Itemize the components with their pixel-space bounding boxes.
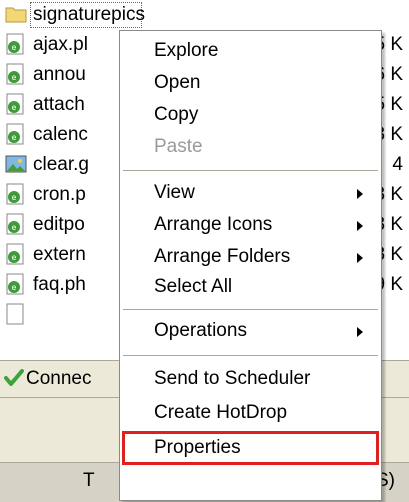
menu-item-label: Arrange Folders: [154, 246, 291, 267]
file-icon: [5, 303, 27, 325]
checkmark-icon: [4, 369, 24, 393]
svg-text:e: e: [12, 193, 17, 202]
file-name: faq.ph: [33, 274, 86, 295]
svg-text:e: e: [12, 43, 17, 52]
folder-icon: [5, 3, 27, 25]
php-file-icon: e: [5, 183, 27, 205]
file-name: editpo: [33, 214, 85, 235]
menu-item-select-all[interactable]: Select All: [120, 271, 381, 303]
menu-item-copy[interactable]: Copy: [120, 99, 381, 131]
menu-item-create-hotdrop[interactable]: Create HotDrop: [120, 397, 381, 429]
menu-item-label: Operations: [154, 320, 247, 341]
menu-item-label: Select All: [154, 276, 233, 297]
menu-item-properties[interactable]: Properties: [120, 431, 381, 465]
php-file-icon: e: [5, 243, 27, 265]
menu-item-arrange-folders[interactable]: Arrange Folders: [120, 241, 381, 273]
menu-item-explore[interactable]: Explore: [120, 35, 381, 67]
menu-item-operations[interactable]: Operations: [120, 315, 381, 347]
php-file-icon: e: [5, 273, 27, 295]
svg-text:e: e: [12, 283, 17, 292]
menu-item-arrange-icons[interactable]: Arrange Icons: [120, 209, 381, 241]
file-row-signaturepics[interactable]: signaturepics: [0, 0, 409, 30]
submenu-arrow-icon: [357, 221, 363, 231]
php-file-icon: e: [5, 93, 27, 115]
file-name: ajax.pl: [33, 34, 88, 55]
php-file-icon: e: [5, 33, 27, 55]
menu-item-label: Open: [154, 72, 201, 93]
menu-item-label: Explore: [154, 40, 219, 61]
menu-separator: [123, 309, 378, 311]
php-file-icon: e: [5, 213, 27, 235]
submenu-arrow-icon: [357, 253, 363, 263]
svg-text:e: e: [12, 223, 17, 232]
image-file-icon: [5, 153, 27, 175]
menu-separator: [123, 355, 378, 357]
svg-text:e: e: [12, 133, 17, 142]
column-header-left[interactable]: T: [83, 467, 95, 495]
menu-item-label: Create HotDrop: [154, 402, 288, 423]
menu-item-view[interactable]: View: [120, 177, 381, 209]
svg-text:e: e: [12, 253, 17, 262]
menu-item-paste: Paste: [120, 131, 381, 163]
submenu-arrow-icon: [357, 189, 363, 199]
file-name: annou: [33, 64, 86, 85]
php-file-icon: e: [5, 123, 27, 145]
file-name: calenc: [33, 124, 88, 145]
context-menu: Explore Open Copy Paste View Arrange Ico…: [119, 30, 382, 501]
svg-text:e: e: [12, 103, 17, 112]
menu-item-label: Arrange Icons: [154, 214, 273, 235]
menu-item-label: Copy: [154, 104, 199, 125]
file-size: 4: [392, 154, 403, 175]
menu-item-label: Send to Scheduler: [154, 368, 311, 389]
menu-item-open[interactable]: Open: [120, 67, 381, 99]
menu-item-label: View: [154, 182, 195, 203]
menu-item-label: Properties: [154, 437, 241, 458]
menu-separator: [123, 170, 378, 172]
menu-item-label: Paste: [154, 136, 203, 157]
file-name: cron.p: [33, 184, 86, 205]
file-name: extern: [33, 244, 86, 265]
svg-text:e: e: [12, 73, 17, 82]
file-name: attach: [33, 94, 85, 115]
menu-item-send-to-scheduler[interactable]: Send to Scheduler: [120, 363, 381, 395]
connection-status-text: Connec: [26, 368, 92, 389]
file-name: signaturepics: [33, 4, 145, 25]
file-name: clear.g: [33, 154, 89, 175]
php-file-icon: e: [5, 63, 27, 85]
submenu-arrow-icon: [357, 327, 363, 337]
